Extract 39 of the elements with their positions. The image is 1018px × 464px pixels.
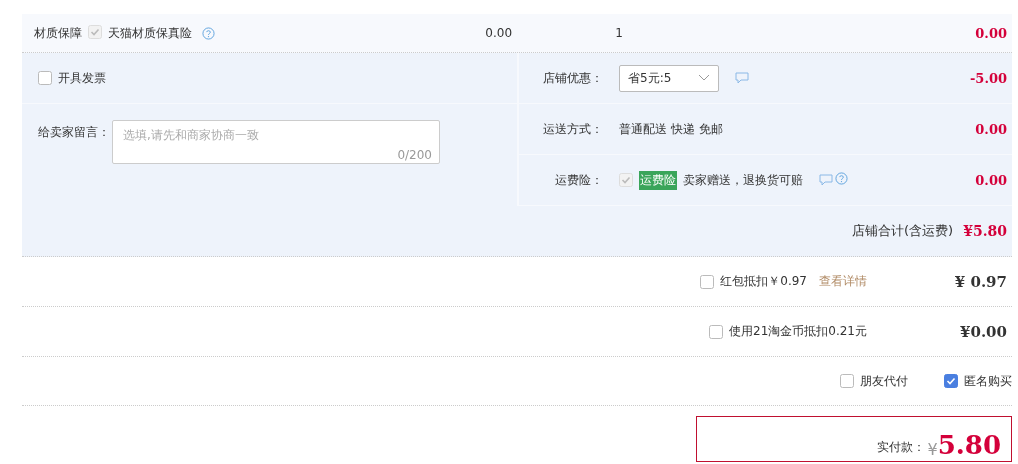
- service-label: 材质保障: [34, 24, 82, 42]
- invoice-label: 开具发票: [58, 69, 106, 87]
- checkbox[interactable]: [709, 324, 723, 339]
- row-amount: 0.00: [975, 172, 1007, 188]
- checkbox[interactable]: [38, 71, 52, 85]
- insurance-text: 卖家赠送，退换货可赔: [683, 171, 803, 189]
- subtotal-amount: 0.00: [975, 25, 1007, 41]
- message-label: 给卖家留言：: [38, 124, 110, 141]
- char-counter: 0/200: [397, 148, 432, 162]
- discount-amount: ¥ 0.97: [953, 272, 1007, 291]
- checkbox[interactable]: [840, 374, 854, 388]
- option-label: 匿名购买: [964, 372, 1012, 390]
- price-text: 0.00: [485, 26, 514, 40]
- chevron-down-icon: [698, 74, 710, 82]
- help-icon[interactable]: [202, 26, 215, 40]
- insurance-tag: 运费险: [639, 170, 677, 190]
- discount-amount: ¥0.00: [959, 322, 1007, 341]
- row-amount: 0.00: [975, 121, 1007, 137]
- row-label: 运送方式：: [542, 120, 603, 138]
- payment-amount: 5.80: [937, 431, 1001, 459]
- chat-icon[interactable]: [819, 174, 833, 186]
- checkbox[interactable]: [944, 374, 958, 388]
- shipping-method: 普通配送 快递 免邮: [619, 120, 723, 138]
- chat-icon[interactable]: [735, 72, 749, 84]
- shop-total-amount: ¥5.80: [963, 223, 1007, 239]
- shop-total-label: 店铺合计(含运费): [852, 222, 954, 240]
- discount-label: 红包抵扣￥0.97: [720, 273, 807, 290]
- quantity-text: 1: [615, 26, 624, 40]
- discount-select[interactable]: 省5元:5: [619, 64, 719, 92]
- row-label: 店铺优惠：: [542, 69, 603, 87]
- service-name: 天猫材质保真险: [108, 24, 192, 42]
- currency-sign: ¥: [927, 440, 938, 459]
- option-label: 朋友代付: [860, 372, 908, 390]
- help-icon[interactable]: [835, 172, 848, 185]
- payment-label: 实付款：: [877, 439, 926, 456]
- row-label: 运费险：: [554, 171, 603, 189]
- discount-label: 使用21淘金币抵扣0.21元: [729, 323, 867, 340]
- row-amount: -5.00: [969, 70, 1007, 86]
- checkbox[interactable]: [700, 274, 715, 289]
